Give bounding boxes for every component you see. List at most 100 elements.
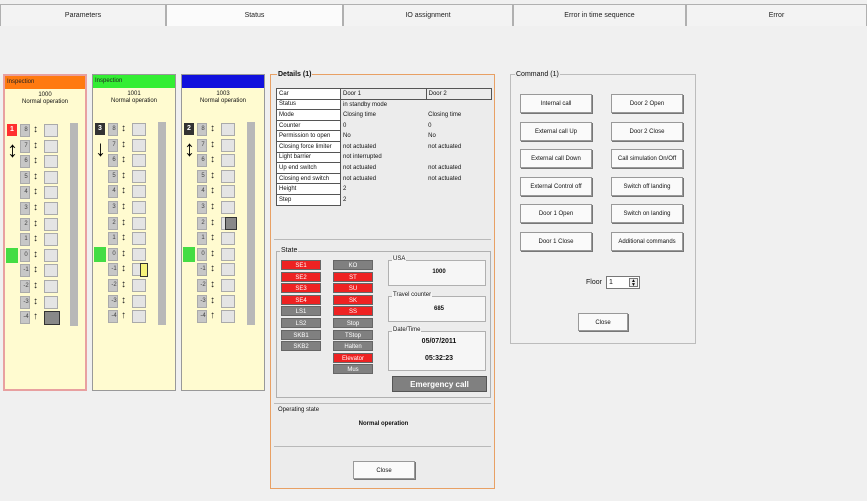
floor-row[interactable]: 6 ↕ [8,154,82,170]
tab-parameters[interactable]: Parameters [0,4,166,26]
elevator-panel[interactable]: Inspection 1001 Normal operation 3 ↓ 8 ↕ 7 ↕ 6… [92,74,176,391]
elevator-number: 1001 [127,91,141,97]
details-close-button[interactable]: Close [353,461,415,479]
floor-row[interactable]: 3 ↕ [185,200,261,216]
floor-number: 4 [201,188,205,195]
command-button[interactable]: Additional commands [611,231,683,251]
command-button[interactable]: External Control off [520,176,592,196]
floor-row[interactable]: 2 ↕ [96,216,172,232]
floor-row[interactable]: 6 ↕ [96,153,172,169]
landing-cell [132,279,146,292]
up-down-arrow-icon: ↕ [210,169,215,181]
details-key: Step [276,193,341,206]
floor-row[interactable]: 4 ↕ [96,184,172,200]
command-button[interactable]: Door 2 Open [611,94,683,113]
command-button[interactable]: External call Down [520,149,592,168]
command-button[interactable]: Switch off landing [611,176,683,196]
state-badge: SE1 [281,260,321,270]
details-value: in standby mode [343,101,388,108]
landing-cell [221,263,235,277]
floor-row[interactable]: 5 ↕ [96,169,172,185]
landing-cell [221,247,235,261]
landing-cell [44,124,58,137]
floor-row[interactable]: -1 ↕ [8,263,82,279]
floor-row[interactable]: -3 ↕ [8,295,82,311]
details-value: No [428,133,436,140]
tab-error-in-time-sequence[interactable]: Error in time sequence [513,4,686,26]
elevator-panel[interactable]: Inspection 1000 Normal operation 1 ↕ 8 ↕ 7 ↕ 6… [3,74,87,391]
floor-row[interactable]: -2 ↕ [96,278,172,294]
up-down-arrow-icon: ↕ [121,263,126,275]
floor-row[interactable]: 1 ↕ [96,231,172,247]
floor-row[interactable]: -1 ↕ [96,262,172,278]
command-button[interactable]: Switch on landing [611,204,683,223]
floor-number: 3 [112,204,116,210]
command-close-button[interactable]: Close [578,313,628,331]
floor-row[interactable]: 0 ↕ [8,248,82,264]
elevator-panel[interactable]: 1003 Normal operation 2 ↕ 8 ↕ 7 ↕ 6 ↕ 5 ↕ 4 ↕ 3 ↕ 2 ↕ 1 ↕… [181,74,265,391]
elevator-mode: Normal operation [110,98,158,104]
command-button[interactable]: Door 1 Open [520,204,592,223]
floor-row[interactable]: 6 ↕ [185,153,261,169]
floor-row[interactable]: 2 ↕ [185,216,261,232]
elevator-cab [140,263,148,277]
emergency-call-button[interactable]: Emergency call [392,376,487,392]
up-down-arrow-icon: ↕ [121,185,126,197]
floor-row[interactable]: -3 ↕ [185,294,261,310]
floor-row[interactable]: 7 ↕ [185,138,261,154]
floor-row[interactable]: 3 ↕ [96,200,172,216]
floor-stepper[interactable]: 1 ▲ ▼ [606,276,640,289]
stepper-arrows-icon[interactable]: ▲ ▼ [629,278,638,288]
command-button[interactable]: External call Up [520,121,592,141]
elevator-shaft: 2 ↕ 8 ↕ 7 ↕ 6 ↕ 5 ↕ 4 ↕ 3 ↕ 2 ↕ 1 ↕ 0 ↕ -1 ↕ -2 ↕ -3 ↕ -4 ↑ [183,122,261,386]
floor-row[interactable]: 4 ↕ [8,185,82,201]
floor-number: 1 [24,236,28,243]
landing-cell [44,186,58,200]
floor-row[interactable]: 5 ↕ [185,169,261,185]
command-button[interactable]: Call simulation On/Off [611,149,683,168]
command-button[interactable]: Door 2 Close [611,121,683,141]
floor-row[interactable]: 0 ↕ [185,247,261,263]
floor-row[interactable]: 8 ↕ [185,122,261,138]
landing-cell [44,217,58,231]
floor-row[interactable]: -4 ↑ [185,309,261,325]
details-value [426,194,491,205]
elevator-cab [225,216,237,231]
floor-row[interactable]: -2 ↕ [185,278,261,294]
tab-error[interactable]: Error [686,4,867,26]
floor-row[interactable]: 3 ↕ [8,201,82,217]
floor-row[interactable]: -4 ↑ [96,309,172,325]
floor-row[interactable]: 4 ↕ [185,184,261,200]
floor-row[interactable]: 7 ↕ [8,139,82,155]
tab-io-assignment[interactable]: IO assignment [343,4,513,26]
floor-row[interactable]: -2 ↕ [8,279,82,295]
floor-row[interactable]: 1 ↕ [8,232,82,248]
command-button[interactable]: Internal call [520,94,592,113]
floor-row[interactable]: 5 ↕ [8,170,82,186]
up-down-arrow-icon: ↕ [210,138,215,150]
floor-row[interactable]: 2 ↕ [8,217,82,233]
floor-row[interactable]: 7 ↕ [96,138,172,154]
state-badge: LS2 [281,318,321,328]
landing-cell [44,202,58,215]
command-panel: Command (1) Internal call External call U… [510,71,696,344]
floor-row[interactable]: 0 ↕ [96,247,172,263]
floor-row[interactable]: 1 ↕ [185,231,261,247]
up-down-arrow-icon: ↕ [121,232,126,244]
up-down-arrow-icon: ↕ [33,295,38,307]
state-badge: Stop [333,318,373,328]
floor-number: 7 [201,141,205,148]
floor-row[interactable]: 8 ↕ [96,122,172,138]
floor-row[interactable]: -3 ↕ [96,294,172,310]
details-key: Status [276,98,341,111]
floor-row[interactable]: -1 ↕ [185,262,261,278]
tab-status[interactable]: Status [166,4,343,26]
floor-row[interactable]: 8 ↕ [8,123,82,139]
command-button[interactable]: Door 1 Close [520,231,592,251]
details-key: Closing end switch [276,172,341,185]
floor-number: 5 [201,172,205,179]
elevator-shaft: 3 ↓ 8 ↕ 7 ↕ 6 ↕ 5 ↕ 4 ↕ 3 ↕ 2 ↕ 1 ↕ 0 ↕ -1 ↕ -2 ↕ -3 ↕ -4 ↑ [94,122,172,386]
details-row: Counter 0 0 [276,119,492,132]
details-value: 2 [343,196,347,203]
details-key: Height [276,183,341,195]
